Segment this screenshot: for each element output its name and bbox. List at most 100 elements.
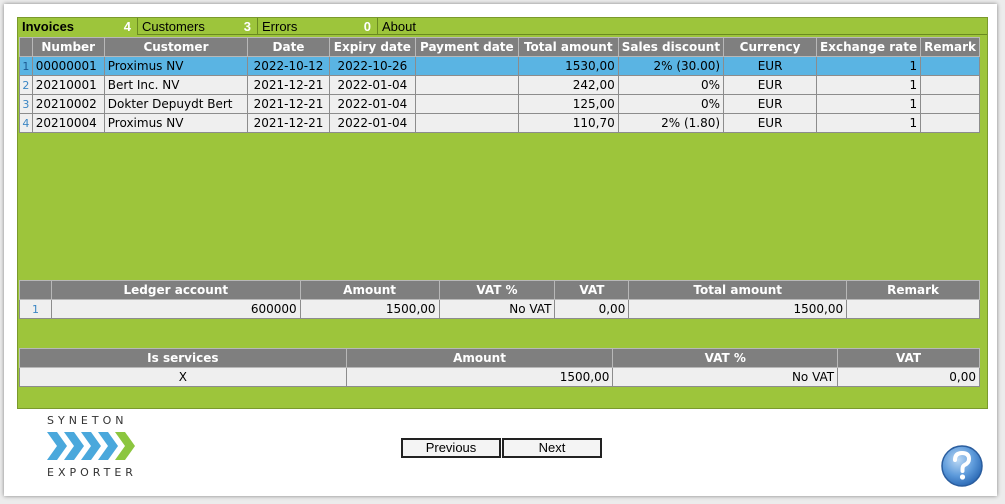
table-row[interactable]: X 1500,00 No VAT 0,00 bbox=[19, 367, 980, 387]
cell-date[interactable]: 2022-10-12 bbox=[247, 56, 330, 76]
col-ledger-account[interactable]: Ledger account bbox=[50, 280, 301, 300]
cell-date[interactable]: 2021-12-21 bbox=[247, 113, 330, 133]
cell-expiry-date[interactable]: 2022-01-04 bbox=[328, 94, 416, 114]
row-number: 1 bbox=[19, 56, 33, 76]
cell-expiry-date[interactable]: 2022-01-04 bbox=[328, 113, 416, 133]
help-button[interactable] bbox=[940, 444, 984, 488]
cell-currency[interactable]: EUR bbox=[723, 113, 818, 133]
cell-number[interactable]: 20210001 bbox=[31, 75, 105, 95]
cell-sales-discount[interactable]: 0% bbox=[617, 75, 725, 95]
row-number: 4 bbox=[19, 113, 33, 133]
tab-invoices[interactable]: Invoices 4 bbox=[18, 18, 138, 35]
col-exchange-rate[interactable]: Exchange rate bbox=[816, 37, 922, 57]
col-date[interactable]: Date bbox=[247, 37, 330, 57]
col-ledger-vat-pct[interactable]: VAT % bbox=[438, 280, 556, 300]
main-panel: Invoices 4 Customers 3 Errors 0 About Nu… bbox=[17, 17, 988, 409]
cell-exchange-rate[interactable]: 1 bbox=[816, 94, 922, 114]
cell-payment-date[interactable] bbox=[414, 56, 519, 76]
invoices-corner bbox=[19, 37, 33, 57]
cell-currency[interactable]: EUR bbox=[723, 94, 818, 114]
cell-ledger-amount[interactable]: 1500,00 bbox=[299, 299, 440, 319]
invoices-header-row: Number Customer Date Expiry date Payment… bbox=[19, 37, 980, 57]
table-row[interactable]: 4 20210004 Proximus NV 2021-12-21 2022-0… bbox=[19, 113, 980, 133]
cell-sales-discount[interactable]: 0% bbox=[617, 94, 725, 114]
tab-customers-label: Customers bbox=[142, 19, 205, 34]
col-payment-date[interactable]: Payment date bbox=[414, 37, 519, 57]
table-row[interactable]: 1 600000 1500,00 No VAT 0,00 1500,00 bbox=[19, 299, 980, 319]
cell-ledger-remark[interactable] bbox=[846, 299, 980, 319]
cell-total-amount[interactable]: 125,00 bbox=[517, 94, 619, 114]
cell-vat-summary-amount[interactable]: 1500,00 bbox=[345, 367, 614, 387]
col-vat-summary-vat-pct[interactable]: VAT % bbox=[612, 348, 839, 368]
cell-payment-date[interactable] bbox=[414, 75, 519, 95]
cell-ledger-vat-pct[interactable]: No VAT bbox=[438, 299, 556, 319]
ledger-header-row: Ledger account Amount VAT % VAT Total am… bbox=[19, 280, 980, 300]
col-ledger-remark[interactable]: Remark bbox=[846, 280, 980, 300]
logo-text-bottom: EXPORTER bbox=[47, 466, 137, 479]
cell-exchange-rate[interactable]: 1 bbox=[816, 75, 922, 95]
syneton-exporter-logo: SYNETON EXPORTER bbox=[47, 414, 147, 484]
cell-ledger-total[interactable]: 1500,00 bbox=[628, 299, 848, 319]
cell-payment-date[interactable] bbox=[414, 113, 519, 133]
cell-date[interactable]: 2021-12-21 bbox=[247, 75, 330, 95]
cell-total-amount[interactable]: 242,00 bbox=[517, 75, 619, 95]
cell-vat-summary-vat-pct[interactable]: No VAT bbox=[612, 367, 839, 387]
cell-currency[interactable]: EUR bbox=[723, 75, 818, 95]
cell-number[interactable]: 20210004 bbox=[31, 113, 105, 133]
col-customer[interactable]: Customer bbox=[103, 37, 249, 57]
cell-customer[interactable]: Dokter Depuydt Bert bbox=[103, 94, 249, 114]
cell-remark[interactable] bbox=[920, 56, 980, 76]
cell-ledger-account[interactable]: 600000 bbox=[50, 299, 301, 319]
tab-invoices-count: 4 bbox=[123, 19, 131, 34]
cell-is-services[interactable]: X bbox=[19, 367, 347, 387]
cell-expiry-date[interactable]: 2022-01-04 bbox=[328, 75, 416, 95]
table-row[interactable]: 1 00000001 Proximus NV 2022-10-12 2022-1… bbox=[19, 56, 980, 76]
cell-remark[interactable] bbox=[920, 75, 980, 95]
col-sales-discount[interactable]: Sales discount bbox=[617, 37, 725, 57]
cell-total-amount[interactable]: 1530,00 bbox=[517, 56, 619, 76]
cell-total-amount[interactable]: 110,70 bbox=[517, 113, 619, 133]
cell-sales-discount[interactable]: 2% (1.80) bbox=[617, 113, 725, 133]
vat-summary-header-row: Is services Amount VAT % VAT bbox=[19, 348, 980, 368]
cell-number[interactable]: 00000001 bbox=[31, 56, 105, 76]
tab-errors-label: Errors bbox=[262, 19, 298, 34]
cell-customer[interactable]: Bert Inc. NV bbox=[103, 75, 249, 95]
col-ledger-vat[interactable]: VAT bbox=[554, 280, 630, 300]
col-vat-summary-amount[interactable]: Amount bbox=[345, 348, 614, 368]
cell-customer[interactable]: Proximus NV bbox=[103, 56, 249, 76]
col-expiry-date[interactable]: Expiry date bbox=[328, 37, 416, 57]
cell-ledger-vat[interactable]: 0,00 bbox=[554, 299, 630, 319]
cell-number[interactable]: 20210002 bbox=[31, 94, 105, 114]
cell-vat-summary-vat[interactable]: 0,00 bbox=[837, 367, 980, 387]
col-is-services[interactable]: Is services bbox=[19, 348, 347, 368]
cell-exchange-rate[interactable]: 1 bbox=[816, 56, 922, 76]
cell-remark[interactable] bbox=[920, 113, 980, 133]
cell-expiry-date[interactable]: 2022-10-26 bbox=[328, 56, 416, 76]
col-total-amount[interactable]: Total amount bbox=[517, 37, 619, 57]
tab-customers[interactable]: Customers 3 bbox=[138, 18, 258, 35]
tab-errors[interactable]: Errors 0 bbox=[258, 18, 378, 35]
ledger-corner bbox=[19, 280, 52, 300]
cell-sales-discount[interactable]: 2% (30.00) bbox=[617, 56, 725, 76]
cell-customer[interactable]: Proximus NV bbox=[103, 113, 249, 133]
chevron-1 bbox=[47, 432, 67, 460]
next-button[interactable]: Next bbox=[502, 438, 602, 458]
cell-currency[interactable]: EUR bbox=[723, 56, 818, 76]
cell-exchange-rate[interactable]: 1 bbox=[816, 113, 922, 133]
col-vat-summary-vat[interactable]: VAT bbox=[837, 348, 980, 368]
col-currency[interactable]: Currency bbox=[723, 37, 818, 57]
table-row[interactable]: 3 20210002 Dokter Depuydt Bert 2021-12-2… bbox=[19, 94, 980, 114]
tab-customers-count: 3 bbox=[243, 19, 251, 34]
col-ledger-total[interactable]: Total amount bbox=[628, 280, 848, 300]
col-ledger-amount[interactable]: Amount bbox=[299, 280, 440, 300]
tab-about[interactable]: About bbox=[378, 18, 987, 35]
cell-remark[interactable] bbox=[920, 94, 980, 114]
cell-payment-date[interactable] bbox=[414, 94, 519, 114]
col-number[interactable]: Number bbox=[31, 37, 105, 57]
logo-text-top: SYNETON bbox=[47, 414, 128, 427]
cell-date[interactable]: 2021-12-21 bbox=[247, 94, 330, 114]
table-row[interactable]: 2 20210001 Bert Inc. NV 2021-12-21 2022-… bbox=[19, 75, 980, 95]
col-remark[interactable]: Remark bbox=[920, 37, 980, 57]
tab-invoices-label: Invoices bbox=[22, 19, 75, 34]
previous-button[interactable]: Previous bbox=[401, 438, 501, 458]
